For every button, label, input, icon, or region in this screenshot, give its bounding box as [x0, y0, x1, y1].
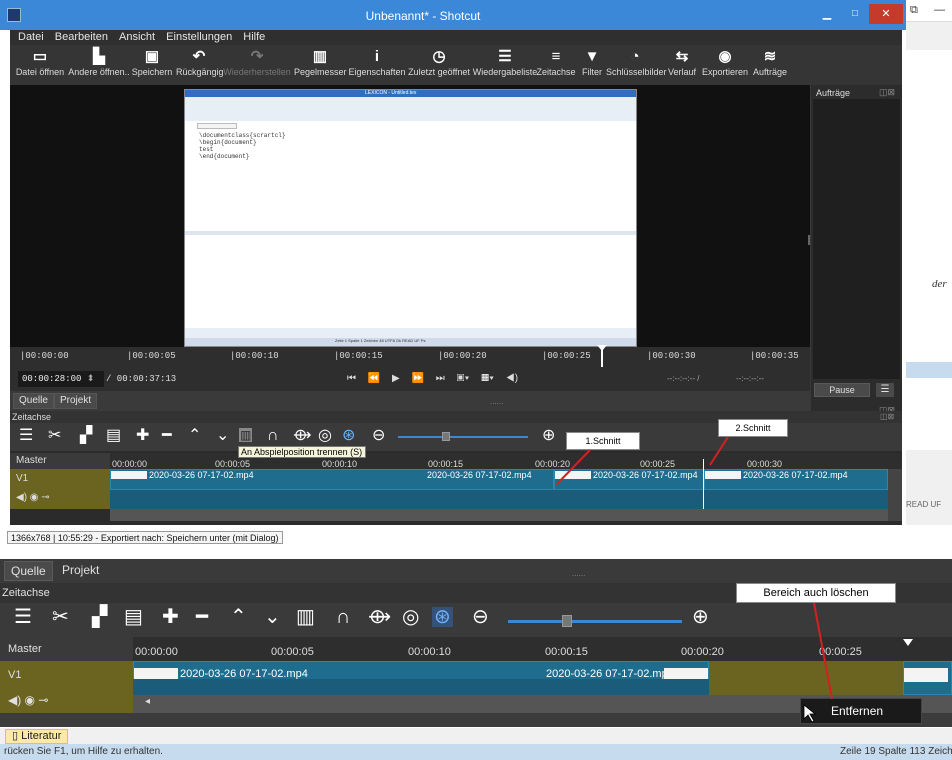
shotcut-window: Datei Bearbeiten Ansicht Einstellungen H…	[10, 30, 902, 525]
zoomed-timeline: Quelle Projekt ...... Zeitachse Bereich …	[0, 559, 952, 727]
window-titlebar: Unbenannt* - Shotcut ▁ □ ✕	[0, 0, 906, 30]
background-window: ⧉ — der READ UF	[906, 0, 952, 525]
background-window-titlebar: ⧉ —	[906, 0, 952, 22]
word-tab-bar	[0, 728, 952, 744]
document-highlight	[906, 362, 952, 378]
word-hint: rücken Sie F1, um Hilfe zu erhalten.	[4, 746, 163, 757]
word-statusbar: rücken Sie F1, um Hilfe zu erhalten. Zei…	[0, 744, 952, 760]
capture-status-text: 1366x768 | 10:55:29 - Exportiert nach: S…	[7, 531, 283, 544]
annotation-arrows	[555, 436, 729, 486]
restore-icon[interactable]: ⧉	[910, 4, 918, 17]
window-title: Unbenannt* - Shotcut	[365, 9, 481, 23]
background-status: READ UF	[906, 500, 942, 509]
word-position: Zeile 19 Spalte 113 Zeich	[840, 746, 952, 757]
document-page: der	[906, 50, 952, 450]
book-icon: ▯	[12, 730, 22, 742]
mouse-cursor-icon	[803, 704, 817, 723]
literatur-tab[interactable]: ▯ Literatur	[5, 729, 69, 744]
maximize-button[interactable]: □	[845, 4, 865, 24]
minimize-icon[interactable]: —	[934, 4, 945, 16]
close-button[interactable]: ✕	[869, 4, 903, 24]
minimize-button[interactable]: ▁	[817, 4, 837, 24]
zoomed-annotations	[803, 602, 833, 723]
document-text: der	[932, 278, 947, 290]
